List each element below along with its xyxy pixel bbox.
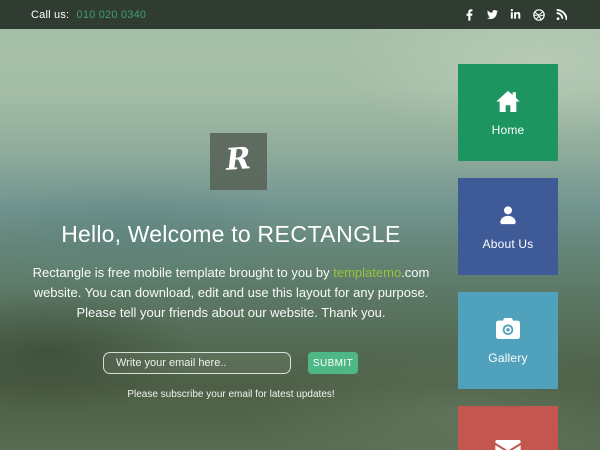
brand-name: RECTANGLE [257, 221, 400, 247]
landing-page: Call us: 010 020 0340 [0, 0, 600, 450]
submit-button[interactable]: SUBMIT [308, 352, 358, 374]
dribbble-icon[interactable] [531, 8, 546, 21]
logo-letter: R [225, 141, 253, 182]
logo: R [210, 133, 267, 190]
menu-item-gallery[interactable]: Gallery [458, 292, 558, 389]
templatemo-link[interactable]: templatemo [333, 265, 401, 280]
menu-item-home[interactable]: Home [458, 64, 558, 161]
page-title: Hello, Welcome to RECTANGLE [0, 221, 462, 248]
social-links [462, 8, 569, 21]
page-title-prefix: Hello, Welcome to [61, 221, 257, 247]
intro-before-link: Rectangle is free mobile template brough… [33, 265, 334, 280]
call-us: Call us: 010 020 0340 [31, 9, 146, 21]
menu-item-label: Gallery [488, 351, 527, 365]
user-icon [497, 203, 519, 227]
menu-item-about[interactable]: About Us [458, 178, 558, 275]
menu-item-label: About Us [483, 237, 534, 251]
menu-item-contact[interactable] [458, 406, 558, 450]
sidebar-menu: Home About Us Gallery [458, 64, 558, 450]
rss-icon[interactable] [554, 8, 569, 21]
topbar: Call us: 010 020 0340 [0, 0, 600, 29]
twitter-icon[interactable] [485, 8, 500, 21]
subscribe-note: Please subscribe your email for latest u… [0, 389, 462, 400]
home-icon [496, 89, 520, 113]
intro-text: Rectangle is free mobile template brough… [21, 263, 441, 323]
envelope-icon [495, 438, 521, 450]
call-us-label: Call us: [31, 9, 69, 21]
phone-number[interactable]: 010 020 0340 [77, 9, 147, 21]
email-input[interactable] [103, 352, 291, 374]
facebook-icon[interactable] [462, 8, 477, 21]
camera-icon [496, 317, 520, 341]
menu-item-label: Home [492, 123, 525, 137]
linkedin-icon[interactable] [508, 8, 523, 21]
